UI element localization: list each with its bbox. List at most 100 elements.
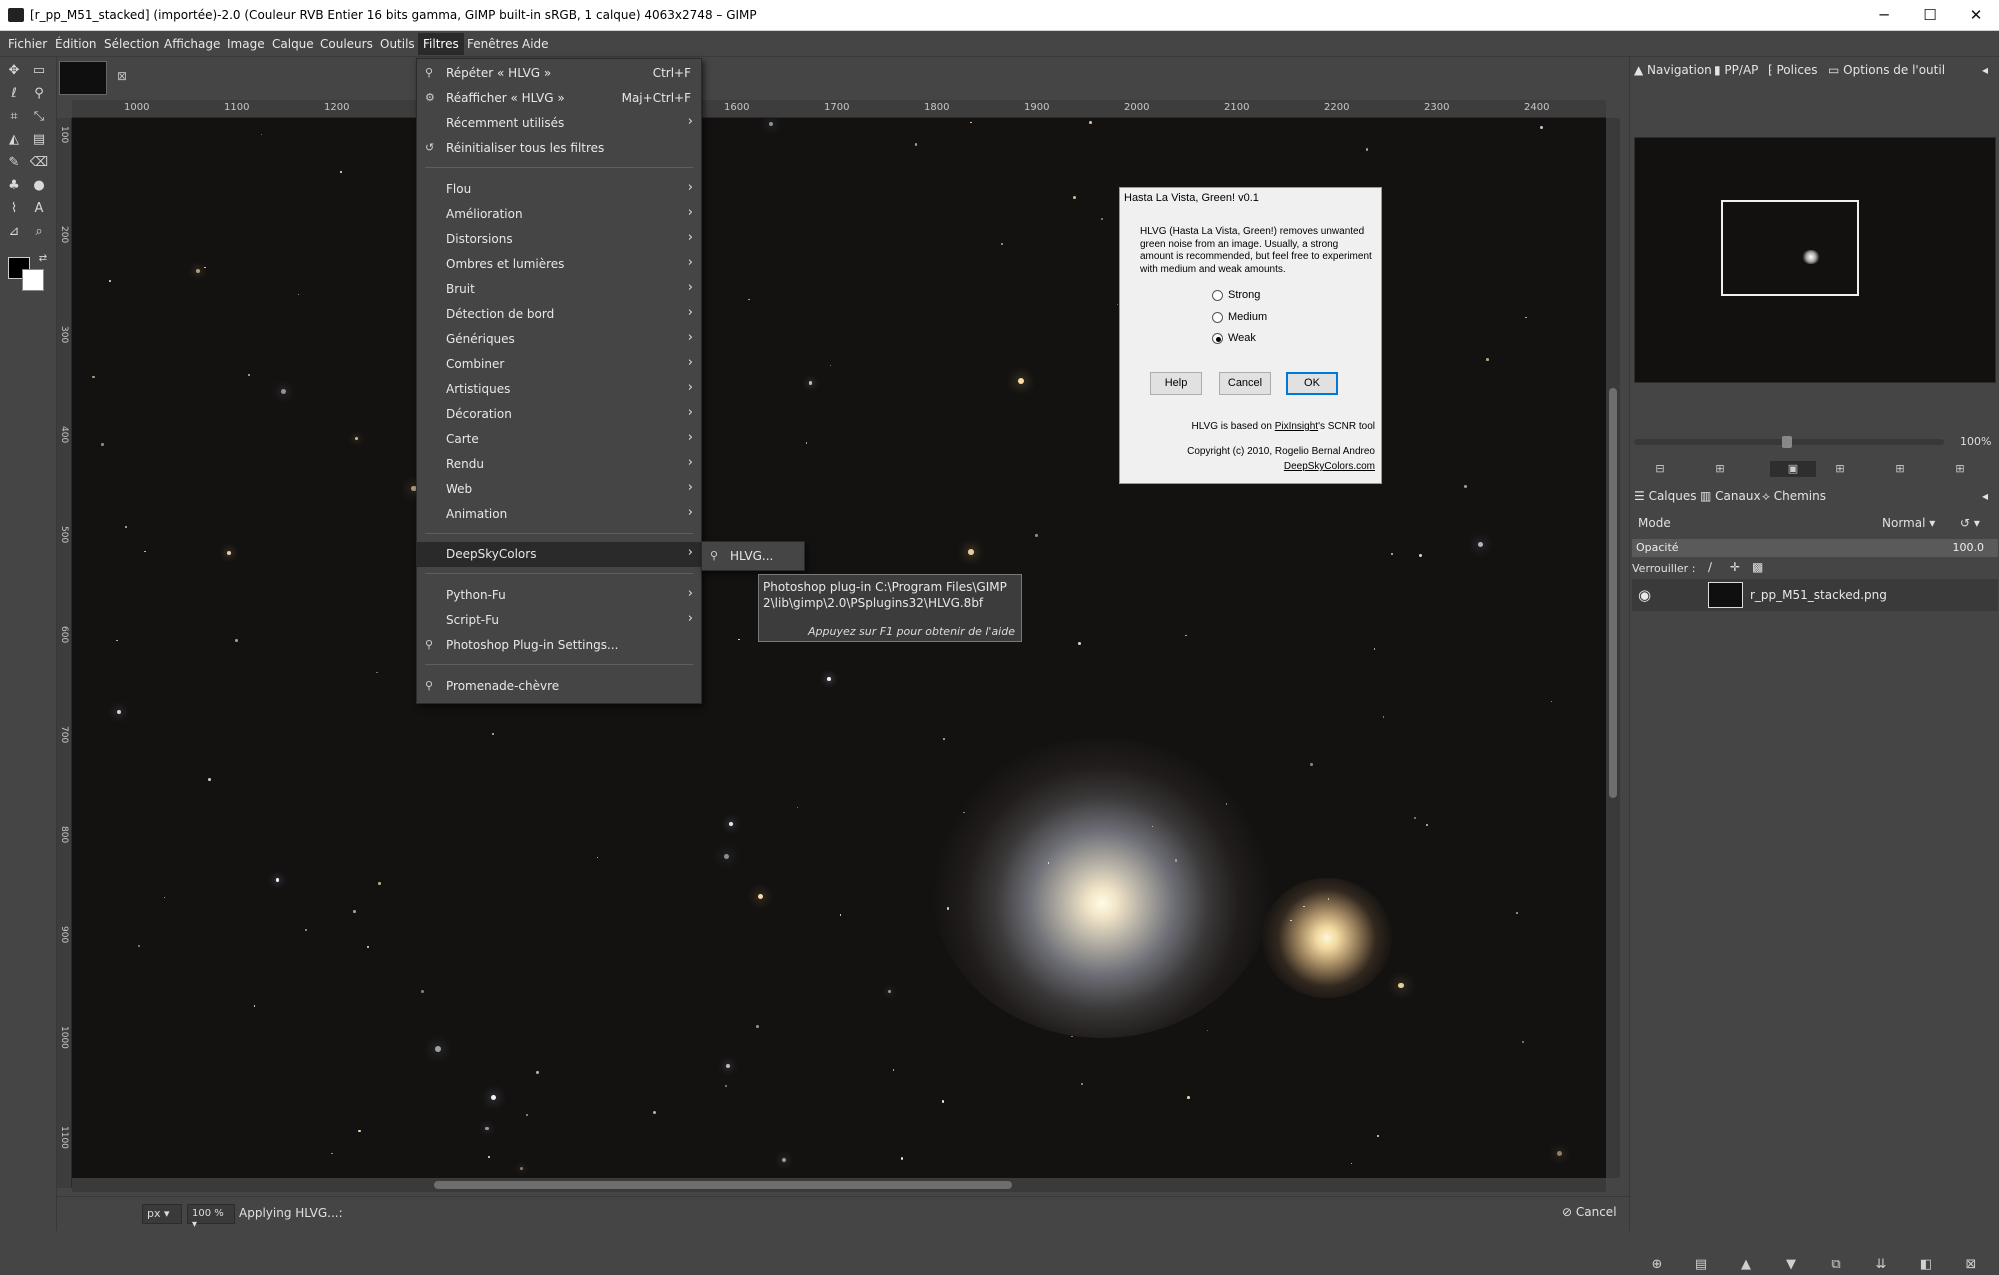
maximize-button[interactable]: ☐ (1907, 0, 1953, 31)
lock-pixels-icon[interactable]: ∕ (1708, 560, 1712, 574)
menu-item-goat[interactable]: ⚲ Promenade-chèvre (417, 674, 701, 699)
pixinsight-link[interactable]: PixInsight (1275, 421, 1318, 432)
move-tool-icon[interactable]: ✥ (4, 61, 24, 81)
menu-item-web[interactable]: Web › (417, 477, 701, 502)
new-layer-icon[interactable]: ⊕ (1646, 1255, 1668, 1275)
navigation-preview[interactable] (1634, 137, 1996, 383)
menu-item-repeat[interactable]: ⚲ Répéter « HLVG » Ctrl+F (417, 61, 701, 86)
dock-menu-icon[interactable]: ◂ (1982, 63, 1988, 77)
clone-tool-icon[interactable]: ♣ (4, 176, 24, 196)
minimize-button[interactable]: ─ (1861, 0, 1907, 31)
ok-button[interactable]: OK (1286, 372, 1338, 395)
close-tab-icon[interactable]: ⊠ (115, 69, 129, 83)
menu-item-reshow[interactable]: ⚙ Réafficher « HLVG » Maj+Ctrl+F (417, 86, 701, 111)
fuzzy-select-tool-icon[interactable]: ⚲ (29, 84, 49, 104)
radio-weak[interactable]: Weak (1212, 331, 1322, 347)
eraser-tool-icon[interactable]: ⌫ (29, 153, 49, 173)
menu-item-ombres[interactable]: Ombres et lumières › (417, 252, 701, 277)
zoom-out-icon[interactable]: ⊟ (1650, 461, 1670, 477)
menu-item-distorsions[interactable]: Distorsions › (417, 227, 701, 252)
help-button[interactable]: Help (1150, 372, 1202, 395)
opacity-slider[interactable]: Opacité 100.0 (1632, 539, 1998, 557)
menu-item-photoshop-settings[interactable]: ⚲ Photoshop Plug-in Settings... (417, 633, 701, 658)
menu-item-amelioration[interactable]: Amélioration › (417, 202, 701, 227)
menu-item-carte[interactable]: Carte › (417, 427, 701, 452)
tab-tool-options[interactable]: ▭ Options de l'outil (1828, 63, 1945, 77)
menu-item-hlvg[interactable]: HLVG... (730, 549, 773, 563)
menu-item-recent[interactable]: Récemment utilisés › (417, 111, 701, 136)
color-picker-tool-icon[interactable]: ⊿ (4, 222, 24, 242)
radio-circle[interactable] (1212, 312, 1223, 323)
paintbrush-tool-icon[interactable]: ✎ (4, 153, 24, 173)
menu-item-generiques[interactable]: Génériques › (417, 327, 701, 352)
menu-fichier[interactable]: Fichier (4, 35, 51, 53)
status-cancel-button[interactable]: ⊘ Cancel (1562, 1205, 1617, 1219)
slider-knob[interactable] (1782, 436, 1792, 448)
navigation-viewport-frame[interactable] (1721, 200, 1859, 296)
menu-affichage[interactable]: Affichage (160, 35, 224, 53)
menu-calque[interactable]: Calque (268, 35, 318, 53)
tab-calques[interactable]: ☰ Calques (1634, 489, 1697, 503)
menu-item-flou[interactable]: Flou › (417, 177, 701, 202)
rect-select-tool-icon[interactable]: ▭ (29, 61, 49, 81)
shrink-wrap-icon[interactable]: ⊞ (1950, 461, 1970, 477)
dock-menu-icon[interactable]: ◂ (1982, 489, 1988, 503)
menu-item-bruit[interactable]: Bruit › (417, 277, 701, 302)
menu-item-script-fu[interactable]: Script-Fu › (417, 608, 701, 633)
menu-item-reset[interactable]: ↺ Réinitialiser tous les filtres (417, 136, 701, 161)
menu-selection[interactable]: Sélection (100, 35, 163, 53)
tab-canaux[interactable]: ▥ Canaux (1700, 489, 1761, 503)
mask-layer-icon[interactable]: ◧ (1915, 1255, 1937, 1275)
zoom-fit-icon[interactable]: ⊞ (1830, 461, 1850, 477)
zoom-fill-icon[interactable]: ⊞ (1890, 461, 1910, 477)
mode-reset-icon[interactable]: ↺ ▾ (1960, 516, 1980, 530)
menu-aide[interactable]: Aide (518, 35, 553, 53)
tab-ppap[interactable]: ▮ PP/AP (1714, 63, 1758, 77)
visibility-eye-icon[interactable]: ◉ (1638, 586, 1651, 604)
tab-chemins[interactable]: ⟡ Chemins (1762, 489, 1826, 504)
menu-item-decoration[interactable]: Décoration › (417, 402, 701, 427)
crop-tool-icon[interactable]: ⌗ (4, 107, 24, 127)
tab-polices[interactable]: ⁅ Polices (1768, 63, 1818, 77)
background-color-swatch[interactable] (22, 269, 44, 291)
layer-row[interactable]: ◉ r_pp_M51_stacked.png (1632, 579, 1998, 611)
menu-item-artistiques[interactable]: Artistiques › (417, 377, 701, 402)
menu-item-animation[interactable]: Animation › (417, 502, 701, 527)
lock-alpha-icon[interactable]: ▩ (1752, 560, 1763, 574)
zoom-1to1-icon[interactable]: ▣ (1770, 461, 1816, 477)
menu-couleurs[interactable]: Couleurs (316, 35, 377, 53)
radio-circle[interactable] (1212, 290, 1223, 301)
smudge-tool-icon[interactable]: ● (29, 176, 49, 196)
unit-select[interactable]: px ▾ (142, 1204, 182, 1224)
gradient-tool-icon[interactable]: ▤ (29, 130, 49, 150)
raise-layer-icon[interactable]: ▲ (1735, 1255, 1757, 1275)
merge-layer-icon[interactable]: ⇊ (1870, 1255, 1892, 1275)
transform-tool-icon[interactable]: ⤡ (29, 107, 49, 127)
swap-colors-icon[interactable]: ⇄ (33, 249, 53, 269)
zoom-in-icon[interactable]: ⊞ (1710, 461, 1730, 477)
menu-item-rendu[interactable]: Rendu › (417, 452, 701, 477)
lower-layer-icon[interactable]: ▼ (1780, 1255, 1802, 1275)
delete-layer-icon[interactable]: ⊠ (1960, 1255, 1982, 1275)
mode-select[interactable]: Normal ▾ (1882, 516, 1935, 530)
deepskycolors-link[interactable]: DeepSkyColors.com (1284, 461, 1375, 472)
duplicate-layer-icon[interactable]: ⧉ (1825, 1255, 1847, 1275)
radio-medium[interactable]: Medium (1212, 310, 1322, 326)
menu-item-detection[interactable]: Détection de bord › (417, 302, 701, 327)
new-layer-group-icon[interactable]: ▤ (1690, 1255, 1712, 1275)
text-tool-icon[interactable]: A (29, 199, 49, 219)
horizontal-ruler[interactable]: 1000 1100 1200 1600 1700 1800 1900 2000 … (72, 100, 1606, 118)
horizontal-scrollbar[interactable] (72, 1178, 1606, 1192)
paths-tool-icon[interactable]: ⌇ (4, 199, 24, 219)
warp-tool-icon[interactable]: ◭ (4, 130, 24, 150)
radio-strong[interactable]: Strong (1212, 288, 1322, 304)
lock-position-icon[interactable]: ✛ (1730, 560, 1740, 574)
cancel-button[interactable]: Cancel (1219, 372, 1271, 395)
menu-item-combiner[interactable]: Combiner › (417, 352, 701, 377)
menu-filtres[interactable]: Filtres (418, 33, 464, 55)
menu-item-deepskycolors[interactable]: DeepSkyColors › (417, 542, 701, 567)
close-button[interactable]: ✕ (1953, 0, 1999, 31)
navigation-zoom-slider[interactable] (1634, 436, 1944, 448)
image-tab-thumbnail[interactable] (59, 61, 107, 95)
scrollbar-thumb[interactable] (1609, 388, 1617, 798)
